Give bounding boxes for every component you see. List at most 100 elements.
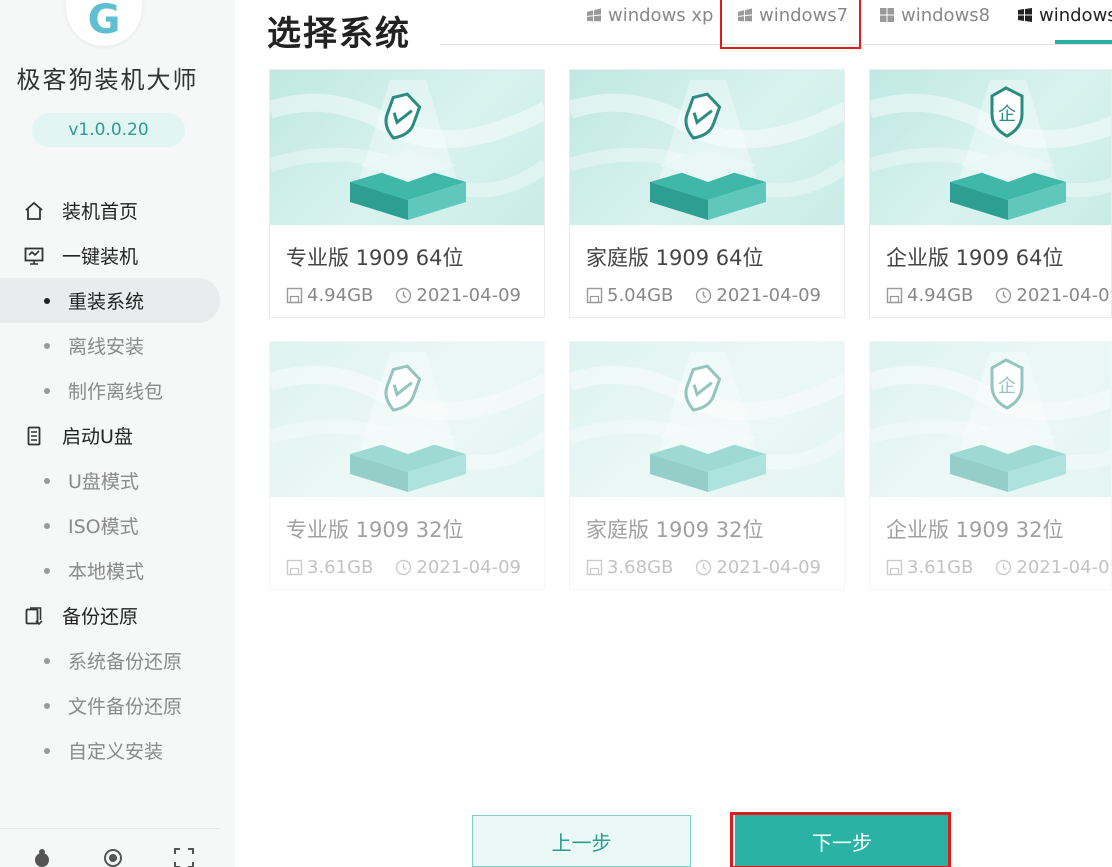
- nav-boot-usb-label: 启动U盘: [62, 426, 133, 448]
- system-card-meta: 3.61GB 2021-04-09: [286, 557, 521, 578]
- system-card-meta: 4.94GB 2021-04-09: [286, 285, 521, 306]
- system-card[interactable]: 企 企业版 1909 32位 3.61GB 2021-04-09: [869, 341, 1112, 590]
- home-icon: [22, 199, 46, 223]
- system-card-title: 企业版 1909 64位: [886, 246, 1064, 270]
- system-card-meta: 3.61GB 2021-04-09: [886, 557, 1112, 578]
- nav-local-mode[interactable]: 本地模式: [0, 548, 235, 593]
- tab-windows8[interactable]: windows8: [879, 0, 990, 30]
- nav-boot-usb[interactable]: 启动U盘: [0, 413, 235, 458]
- nav-make-offline-package[interactable]: 制作离线包: [0, 368, 235, 413]
- tab-windows-xp[interactable]: windows xp: [586, 0, 713, 30]
- bullet-dot: [44, 657, 50, 664]
- system-card-image: [270, 342, 544, 497]
- system-card-date: 2021-04-09: [716, 557, 821, 578]
- bullet-dot: [44, 702, 50, 709]
- system-card-meta: 3.68GB 2021-04-09: [586, 557, 821, 578]
- logo-letter: G: [87, 0, 121, 43]
- system-card-date: 2021-04-09: [716, 285, 821, 306]
- nav-usb-mode-label: U盘模式: [68, 471, 139, 493]
- nav-home[interactable]: 装机首页: [0, 188, 235, 233]
- tab-windows10-label: windows10: [1039, 4, 1112, 26]
- svg-text:企: 企: [998, 104, 1016, 125]
- system-card-size: 3.68GB: [607, 557, 674, 578]
- nav-custom-install[interactable]: 自定义安装: [0, 728, 235, 773]
- tab-windows7-highlight: [720, 0, 861, 49]
- clock-icon: [995, 559, 1012, 576]
- system-card-date: 2021-04-09: [1016, 557, 1112, 578]
- disk-size-icon: [586, 287, 603, 304]
- disk-size-icon: [286, 287, 303, 304]
- disk-size-icon: [886, 559, 903, 576]
- system-card-meta: 4.94GB 2021-04-09: [886, 285, 1112, 306]
- tab-windows-xp-label: windows xp: [608, 4, 714, 26]
- bullet-dot: [44, 747, 50, 754]
- sidebar-nav: 装机首页 一键装机 重装系统 离线安装 制作离线包 启动U盘 U盘模式 ISO模…: [0, 188, 235, 773]
- system-card-title: 企业版 1909 32位: [886, 518, 1064, 542]
- bullet-dot: [44, 387, 50, 394]
- settings-icon[interactable]: [102, 847, 124, 867]
- system-card-date: 2021-04-09: [416, 285, 521, 306]
- nav-backup-restore[interactable]: 备份还原: [0, 593, 235, 638]
- previous-step-button[interactable]: 上一步: [472, 815, 691, 867]
- nav-file-backup-restore[interactable]: 文件备份还原: [0, 683, 235, 728]
- nav-home-label: 装机首页: [62, 201, 139, 223]
- windows-xp-logo-icon: [586, 7, 602, 23]
- disk-size-icon: [586, 559, 603, 576]
- sidebar: G 极客狗装机大师 v1.0.0.20 装机首页 一键装机 重装系统 离线安装: [0, 0, 235, 867]
- fullscreen-icon[interactable]: [173, 847, 195, 867]
- system-card-image: [570, 342, 844, 497]
- system-card-image: 企: [870, 342, 1111, 497]
- disk-size-icon: [286, 559, 303, 576]
- nav-iso-mode[interactable]: ISO模式: [0, 503, 235, 548]
- bullet-dot: [44, 477, 50, 484]
- app-name: 极客狗装机大师: [16, 66, 199, 94]
- windows8-logo-icon: [879, 7, 895, 23]
- nav-one-click-install[interactable]: 一键装机: [0, 233, 235, 278]
- system-card[interactable]: 专业版 1909 32位 3.61GB 2021-04-09: [269, 341, 545, 590]
- tab-windows10[interactable]: windows10: [1017, 0, 1112, 30]
- clock-icon: [995, 287, 1012, 304]
- bullet-dot: [44, 567, 50, 574]
- system-card-title: 家庭版 1909 32位: [586, 518, 764, 542]
- system-card[interactable]: 家庭版 1909 64位 5.04GB 2021-04-09: [569, 69, 845, 318]
- shield-enterprise-icon: 企: [990, 86, 1024, 138]
- bullet-dot: [44, 297, 50, 304]
- clock-icon: [395, 287, 412, 304]
- system-card[interactable]: 家庭版 1909 32位 3.68GB 2021-04-09: [569, 341, 845, 590]
- sidebar-footer: [0, 828, 220, 867]
- nav-reinstall-system[interactable]: 重装系统: [0, 278, 220, 323]
- nav-system-backup-restore-label: 系统备份还原: [68, 651, 183, 673]
- system-card-image: [270, 70, 544, 225]
- system-card-title: 家庭版 1909 64位: [586, 246, 764, 270]
- clock-icon: [695, 559, 712, 576]
- tab-windows8-label: windows8: [901, 4, 991, 26]
- clock-icon: [695, 287, 712, 304]
- backup-icon: [22, 604, 46, 628]
- system-card-size: 5.04GB: [607, 285, 674, 306]
- system-card-size: 4.94GB: [307, 285, 374, 306]
- nav-local-mode-label: 本地模式: [68, 561, 145, 583]
- system-card[interactable]: 企 企业版 1909 64位 4.94GB 2021-04-09: [869, 69, 1112, 318]
- system-card-size: 4.94GB: [907, 285, 974, 306]
- user-icon[interactable]: [31, 847, 53, 867]
- system-card[interactable]: 专业版 1909 64位 4.94GB 2021-04-09: [269, 69, 545, 318]
- bullet-dot: [44, 342, 50, 349]
- nav-reinstall-system-label: 重装系统: [68, 291, 145, 313]
- nav-backup-restore-label: 备份还原: [62, 606, 139, 628]
- nav-usb-mode[interactable]: U盘模式: [0, 458, 235, 503]
- system-card-date: 2021-04-09: [1016, 285, 1112, 306]
- nav-make-offline-package-label: 制作离线包: [68, 381, 164, 403]
- shield-enterprise-icon: 企: [990, 358, 1024, 410]
- svg-text:企: 企: [998, 376, 1016, 397]
- windows10-logo-icon: [1017, 7, 1033, 23]
- system-card-date: 2021-04-09: [416, 557, 521, 578]
- nav-system-backup-restore[interactable]: 系统备份还原: [0, 638, 235, 683]
- system-card-title: 专业版 1909 64位: [286, 246, 464, 270]
- nav-offline-install[interactable]: 离线安装: [0, 323, 235, 368]
- next-step-highlight: [730, 812, 951, 867]
- usb-drive-icon: [22, 424, 46, 448]
- clock-icon: [395, 559, 412, 576]
- monitor-icon: [22, 244, 46, 268]
- page-title: 选择系统: [267, 14, 411, 54]
- system-card-meta: 5.04GB 2021-04-09: [586, 285, 821, 306]
